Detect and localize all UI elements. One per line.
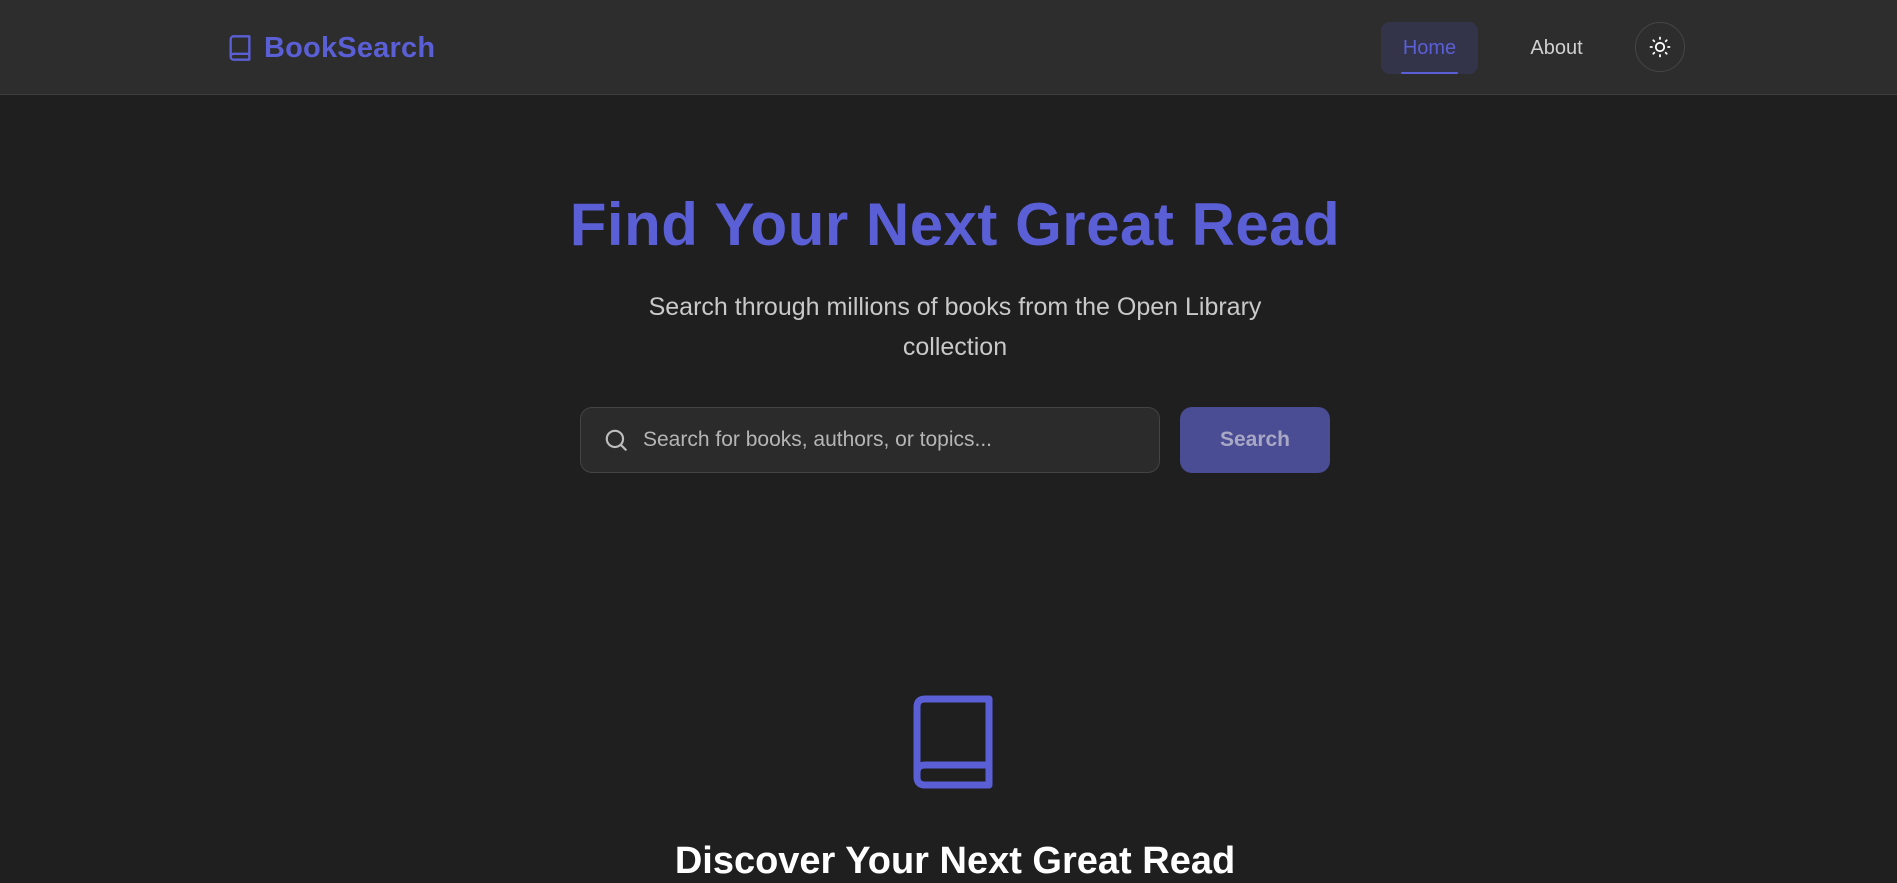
theme-toggle-button[interactable] [1635, 22, 1685, 72]
empty-state-title: Discover Your Next Great Read [674, 840, 1236, 882]
search-button[interactable]: Search [1180, 407, 1330, 473]
book-icon [229, 35, 251, 61]
nav-link-about[interactable]: About [1508, 22, 1605, 74]
hero-subtitle: Search through millions of books from th… [648, 293, 1262, 361]
search-box [580, 407, 1160, 473]
search-input[interactable] [643, 420, 1143, 460]
top-navigation-bar: BookSearch Home About [0, 0, 1897, 95]
nav-link-home-label: Home [1402, 36, 1457, 59]
brand-name: BookSearch [264, 31, 436, 64]
search-icon [605, 429, 627, 451]
brand-logo-link[interactable]: BookSearch [226, 30, 435, 66]
nav-link-home[interactable]: Home [1381, 22, 1478, 74]
hero-title: Find Your Next Great Read [569, 191, 1341, 258]
active-nav-indicator [1401, 72, 1458, 74]
book-icon [913, 695, 993, 789]
sun-icon [1649, 36, 1671, 58]
nav-link-about-label: About [1530, 36, 1583, 59]
